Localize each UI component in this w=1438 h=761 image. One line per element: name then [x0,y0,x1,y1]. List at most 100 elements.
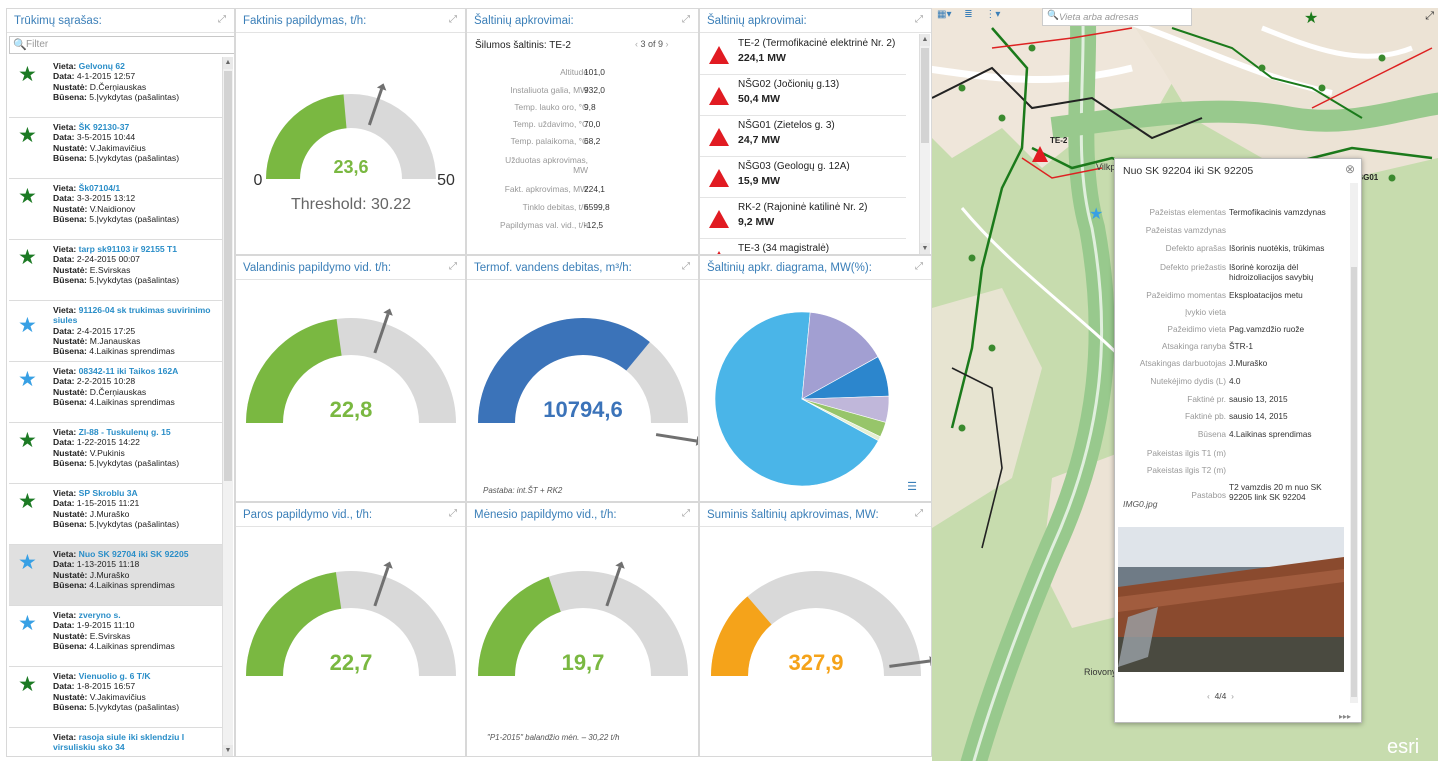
sources-scrollbar[interactable]: ▲ ▼ [919,34,930,254]
expand-icon[interactable]: ⤢ [915,508,923,519]
list-item[interactable]: ★ Vieta: zveryno s. Data: 1-9-2015 11:10 Nu… [9,606,222,667]
basemap-icon[interactable]: ▦▾ [937,9,951,20]
field-label: Nustatė: [53,335,88,346]
popup-pager[interactable]: ‹ 4/4 › [1207,691,1234,701]
gauge-paros: 22,7 [236,528,465,756]
list-item[interactable]: Vieta: rasoja siule iki sklendziu I virs… [9,728,222,756]
expand-icon[interactable]: ⤢ [682,261,690,272]
field-label: Būsena: [53,457,87,468]
gauge-note: Pastaba: int.ŠT + RK2 [483,486,563,495]
list-item[interactable]: ★ Vieta: SP Skroblu 3A Data: 1-15-2015 11:… [9,484,222,545]
field-label: Nustatė: [53,386,88,397]
layers-icon[interactable]: ≣ [964,9,972,20]
list-item[interactable]: ★ Vieta: tarp sk91103 ir 92155 T1 Data: 2-… [9,240,222,301]
scroll-thumb[interactable] [224,71,232,481]
source-name: RK-2 (Rajoninė katilinė Nr. 2) [738,202,868,213]
field-value: 5.Įvykdytas (pašalintas) [89,518,180,529]
popup-attr-key: Faktinė pb. [1184,411,1226,421]
scroll-up-icon[interactable]: ▲ [223,57,233,69]
gauge-value: 22,8 [330,397,373,422]
attr-row: Papildymas val. vid., t/h -12,5 [467,220,698,242]
field-value: Nuo SK 92704 iki SK 92205 [78,549,189,559]
popup-photo[interactable] [1118,527,1344,672]
gauge-note: "P1-2015" balandžio mėn. – 30,22 t/h [487,733,620,742]
list-item[interactable]: ★ Vieta: ŠK 92130-37 Data: 3-5-2015 10:44 N… [9,118,222,179]
source-item[interactable]: NŠG01 (Zietelos g. 3) 24,7 MW [700,116,906,157]
field-label: Būsena: [53,213,87,224]
pie-chart [714,311,890,487]
prev-icon[interactable]: ‹ [1207,691,1212,701]
map-star-icon[interactable]: ★ [1304,10,1318,27]
expand-icon[interactable]: ⤢ [449,14,457,25]
legend-icon[interactable]: ☰ [907,480,917,493]
source-item[interactable]: RK-2 (Rajoninė katilinė Nr. 2) 9,2 MW [700,198,906,239]
attr-key: Instaliuota galia, MW [510,85,588,95]
gauge-panel-paros: Paros papildymo vid., t/h: ⤢ 22,7 [235,502,466,757]
field-value: V.Jakimavičius [89,142,146,153]
list-scrollbar[interactable]: ▲ ▼ [222,57,233,756]
popup-attr-value: sausio 13, 2015 [1229,394,1288,404]
field-value: 4-1-2015 12:57 [76,71,136,82]
attr-value: 101,0 [584,67,605,77]
legend-toggle-icon[interactable]: ⋮▾ [985,9,1000,20]
field-value: tarp sk91103 ir 92155 T1 [78,244,178,254]
green-star-icon: ★ [18,673,37,696]
source-item[interactable]: NŠG02 (Jočionių g.13) 50,4 MW [700,75,906,116]
next-icon[interactable]: › [663,39,669,49]
popup-attr-key: Atsakinga ranyba [1161,341,1226,351]
close-icon[interactable]: ⊗ [1345,162,1355,176]
list-item[interactable]: ★ Vieta: Zl-88 - Tuskulenų g. 15 Data: 1-2… [9,423,222,484]
expand-icon[interactable]: ⤢ [218,14,226,25]
scroll-thumb[interactable] [1351,267,1357,697]
scroll-down-icon[interactable]: ▼ [223,745,233,756]
list-item[interactable]: ★ Vieta: 91126-04 sk trukimas suvirinimo … [9,301,222,362]
source-item[interactable]: TE-3 (34 magistralė)2,6 MW [700,239,906,254]
attr-key: Papildymas val. vid., t/h [500,220,588,230]
list-item-nustate: Nustatė: V.Jakimavičius [53,692,222,702]
field-label: Data: [53,193,75,204]
list-item-busena: Būsena: 5.Įvykdytas (pašalintas) [53,702,222,712]
field-value: 2-4-2015 17:25 [76,325,136,336]
popup-scrollbar[interactable] [1350,183,1358,703]
popup-attr-value: Eksploatacijos metu [1229,290,1303,300]
field-value: 4.Laikinas sprendimas [89,640,175,651]
map-star-icon[interactable]: ★ [1089,206,1103,223]
list-item[interactable]: ★ Vieta: Nuo SK 92704 iki SK 92205 Data: 1… [9,545,222,606]
popup-attr-value: Išorinė korozija dėl hidroizoliacijos sa… [1229,262,1314,282]
list-item[interactable]: ★ Vieta: Gelvonų 62 Data: 4-1-2015 12:57 Nu… [9,57,222,118]
map-search-input[interactable]: 🔍 Vieta arba adresas [1042,8,1192,26]
field-value: SP Skroblu 3A [78,488,138,498]
warning-triangle-icon [709,46,729,64]
expand-icon[interactable]: ⤢ [915,261,923,272]
more-icon[interactable]: ▸▸▸ [1339,712,1351,721]
field-value: 2-2-2015 10:28 [76,376,136,387]
field-label: Vieta: [53,61,77,71]
filter-input[interactable]: 🔍 Filter [9,36,234,54]
scroll-up-icon[interactable]: ▲ [920,34,930,46]
field-value: 5.Įvykdytas (pašalintas) [89,274,180,285]
list-item-nustate: Nustatė: E.Svirskas [53,265,222,275]
field-label: Būsena: [53,518,87,529]
list-item[interactable]: ★ Vieta: Šk07104/1 Data: 3-3-2015 13:12 Nus… [9,179,222,240]
source-item[interactable]: TE-2 (Termofikacinė elektrinė Nr. 2) 224,… [700,34,906,75]
expand-icon[interactable]: ⤢ [682,508,690,519]
source-pager[interactable]: ‹ 3 of 9 › [635,39,669,49]
list-item[interactable]: ★ Vieta: 08342-11 iki Taikos 162A Data: 2-… [9,362,222,423]
expand-icon[interactable]: ⤢ [449,261,457,272]
expand-icon[interactable]: ⤢ [449,508,457,519]
expand-icon[interactable]: ⤢ [682,14,690,25]
list-item-vieta: Vieta: Šk07104/1 [53,183,222,193]
list-item[interactable]: ★ Vieta: Vienuolio g. 6 T/K Data: 1-8-2015… [9,667,222,728]
scroll-down-icon[interactable]: ▼ [920,243,930,254]
fullscreen-icon[interactable]: ⤢ [1425,10,1434,23]
field-label: Būsena: [53,274,87,285]
list-item-data: Data: 1-15-2015 11:21 [53,498,222,508]
expand-icon[interactable]: ⤢ [915,14,923,25]
scroll-thumb[interactable] [921,48,929,143]
next-icon[interactable]: › [1229,691,1234,701]
popup-attr-value: T2 vamzdis 20 m nuo SK 92205 link SK 922… [1229,482,1322,502]
panel-title: Šaltinių apkr. diagrama, MW(%): [700,256,931,280]
list-item-busena: Būsena: 5.Įvykdytas (pašalintas) [53,214,222,224]
source-item[interactable]: NŠG03 (Geologų g. 12A) 15,9 MW [700,157,906,198]
green-star-icon: ★ [18,124,37,147]
